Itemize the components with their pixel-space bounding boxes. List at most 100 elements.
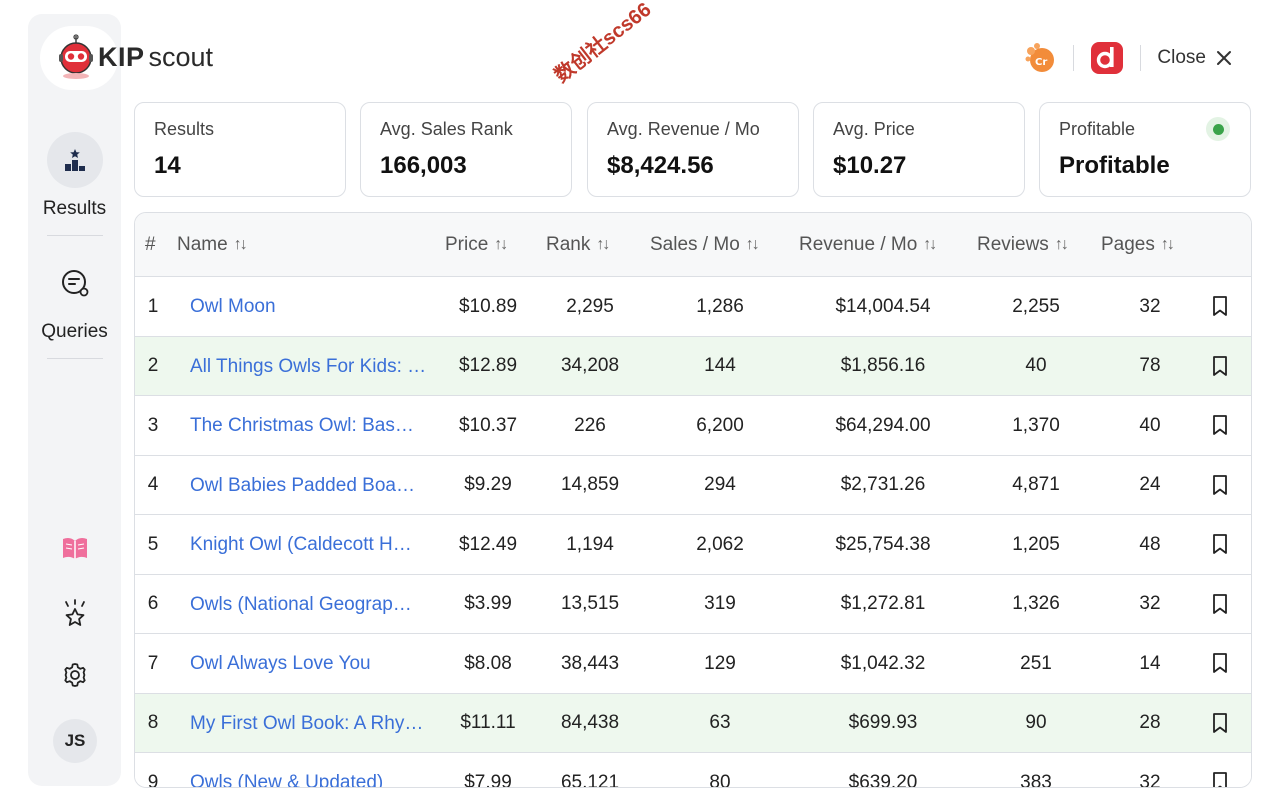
sort-icon: ↑↓ (596, 236, 610, 253)
cell-pages: 32 (1139, 593, 1161, 614)
table-row[interactable]: 3 The Christmas Owl: Bas… $10.37 226 6,200 $6… (135, 396, 1251, 456)
col-header-label: Revenue / Mo (799, 234, 918, 255)
cell-sales: 129 (704, 652, 736, 674)
sidebar-item-queries[interactable]: Queries (28, 255, 121, 343)
gear-icon (64, 663, 86, 687)
cell-reviews: 383 (1020, 771, 1052, 788)
cell-index: 3 (147, 414, 159, 436)
col-header-rank[interactable]: Rank ↑↓ (546, 213, 610, 277)
cell-name-link[interactable]: Owls (National Geograp… (190, 575, 435, 634)
close-button[interactable]: Close (1157, 47, 1232, 69)
table-row[interactable]: 4 Owl Babies Padded Boa… $9.29 14,859 294 $2,… (135, 455, 1251, 515)
rating-button[interactable] (56, 595, 94, 633)
table-row[interactable]: 8 My First Owl Book: A Rhy… $11.11 84,438 63… (135, 693, 1251, 753)
header-actions: Cr Close (1023, 38, 1232, 78)
cell-name-link[interactable]: All Things Owls For Kids: … (190, 337, 435, 396)
stat-value: 14 (154, 152, 181, 179)
sort-icon: ↑↓ (745, 236, 760, 253)
queries-icon-wrap (47, 255, 103, 311)
cell-name-link[interactable]: Owls (New & Updated) (190, 753, 435, 787)
bookmark-icon[interactable] (1209, 651, 1231, 675)
cell-revenue: $2,731.26 (840, 474, 926, 495)
creator-extension-icon[interactable]: Cr (1023, 41, 1057, 75)
col-header-label: Reviews (977, 234, 1049, 255)
cell-rank: 13,515 (560, 593, 620, 614)
cell-sales: 6,200 (696, 414, 744, 436)
cell-revenue: $699.93 (848, 712, 918, 733)
cell-reviews: 251 (1020, 652, 1052, 674)
table-row[interactable]: 5 Knight Owl (Caldecott H… $12.49 1,194 2,06… (135, 515, 1251, 575)
table-row[interactable]: 1 Owl Moon $10.89 2,295 1,286 $14,004.54 2,255… (135, 277, 1251, 337)
cell-price: $8.08 (464, 652, 512, 674)
robot-logo-icon (59, 34, 93, 79)
cell-sales: 294 (704, 474, 736, 495)
cell-price: $10.89 (458, 295, 518, 317)
cell-pages: 40 (1139, 414, 1161, 436)
cell-name-link[interactable]: Knight Owl (Caldecott H… (190, 515, 435, 574)
col-header-name[interactable]: Name ↑↓ (177, 213, 248, 277)
cell-reviews: 1,205 (1012, 533, 1060, 555)
status-dot (1212, 123, 1224, 135)
sidebar-item-label: Queries (41, 321, 108, 342)
sort-icon: ↑↓ (1160, 236, 1175, 253)
avatar[interactable]: JS (53, 719, 97, 763)
cell-index: 9 (147, 771, 159, 788)
sort-icon: ↑↓ (494, 236, 508, 253)
bookmark-icon[interactable] (1209, 473, 1231, 497)
cell-price: $12.89 (458, 355, 518, 376)
col-header-reviews[interactable]: Reviews ↑↓ (977, 213, 1069, 277)
stat-label: Avg. Revenue / Mo (607, 119, 760, 139)
settings-button[interactable] (56, 656, 94, 694)
bookmark-icon[interactable] (1209, 532, 1231, 556)
brand-name-part2: scout (148, 42, 214, 72)
sidebar-item-results[interactable]: Results (28, 132, 121, 220)
table-row[interactable]: 2 All Things Owls For Kids: … $12.89 34,208… (135, 336, 1251, 396)
cell-name-link[interactable]: The Christmas Owl: Bas… (190, 396, 435, 455)
book-icon (63, 537, 87, 559)
cell-name-link[interactable]: My First Owl Book: A Rhy… (190, 694, 435, 753)
bookmark-icon[interactable] (1209, 770, 1231, 788)
cell-pages: 32 (1139, 295, 1161, 317)
stat-label: Avg. Sales Rank (380, 119, 513, 139)
table-row[interactable]: 7 Owl Always Love You $8.08 38,443 129 $1,042… (135, 634, 1251, 694)
col-header-price[interactable]: Price ↑↓ (445, 213, 508, 277)
cell-sales: 63 (709, 712, 731, 733)
cell-name-link[interactable]: Owl Moon (190, 277, 435, 336)
cell-price: $11.11 (460, 712, 516, 733)
header-divider (1073, 45, 1075, 71)
cell-name-link[interactable]: Owl Always Love You (190, 634, 435, 693)
cell-reviews: 40 (1025, 355, 1047, 376)
cell-pages: 14 (1139, 652, 1161, 674)
sort-icon: ↑↓ (1054, 236, 1069, 253)
col-header-revenue[interactable]: Revenue / Mo ↑↓ (799, 213, 937, 277)
table-row[interactable]: 6 Owls (National Geograp… $3.99 13,515 319 $1… (135, 574, 1251, 634)
table-header: # Name ↑↓ Price ↑↓ Rank ↑↓ Sales / Mo ↑↓ Rev… (135, 213, 1251, 277)
cell-index: 4 (147, 474, 159, 495)
cell-index: 2 (147, 355, 159, 376)
cell-sales: 2,062 (696, 533, 744, 555)
cell-reviews: 1,370 (1012, 414, 1060, 436)
d-extension-icon[interactable] (1090, 41, 1124, 75)
cell-price: $12.49 (458, 533, 518, 555)
sidebar-divider (47, 235, 103, 236)
bookmark-icon[interactable] (1209, 294, 1231, 318)
book-button[interactable] (56, 529, 94, 567)
cell-name-link[interactable]: Owl Babies Padded Boa… (190, 456, 435, 515)
stat-card-avg-price: Avg. Price $10.27 (813, 102, 1025, 197)
cell-pages: 32 (1139, 771, 1161, 788)
bookmark-icon[interactable] (1209, 711, 1231, 735)
bookmark-icon[interactable] (1209, 413, 1231, 437)
cell-sales: 319 (704, 593, 736, 614)
cell-rank: 65,121 (560, 771, 620, 788)
col-header-pages[interactable]: Pages ↑↓ (1101, 213, 1175, 277)
stat-card-avg-revenue: Avg. Revenue / Mo $8,424.56 (587, 102, 799, 197)
col-header-label: Sales / Mo (650, 234, 740, 255)
bookmark-icon[interactable] (1209, 592, 1231, 616)
table-row[interactable]: 9 Owls (New & Updated) $7.99 65,121 80 $639.2… (135, 753, 1251, 788)
bookmark-icon[interactable] (1209, 354, 1231, 378)
col-header-sales[interactable]: Sales / Mo ↑↓ (650, 213, 760, 277)
cell-index: 1 (147, 295, 159, 317)
col-header-label: Pages (1101, 234, 1155, 255)
brand-name-part1: KIP (98, 42, 145, 72)
results-icon (64, 149, 85, 171)
